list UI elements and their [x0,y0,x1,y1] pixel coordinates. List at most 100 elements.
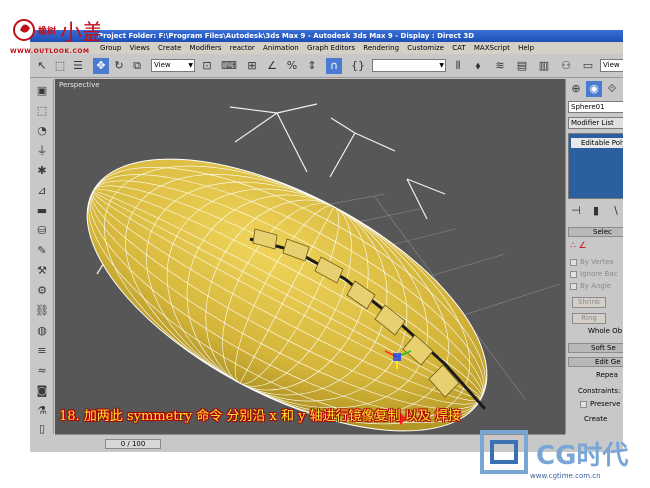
schematic-view-icon[interactable]: ▥ [536,58,552,74]
ignore-backfacing-checkbox[interactable] [570,271,577,278]
named-selection-set-dropdown[interactable]: ▼ [372,59,446,72]
star-icon[interactable]: ✱ [34,163,50,179]
shrink-button[interactable]: Shrink [572,297,606,308]
create-button[interactable]: Create [584,415,607,423]
flask-icon[interactable]: ⚗ [34,403,50,419]
subobject-vertex-icon[interactable]: ∴ ∠ [570,241,587,251]
selection-rollout[interactable]: Selec [568,227,623,237]
wrench-icon[interactable]: ⚒ [34,263,50,279]
camera-icon[interactable]: ◙ [34,383,50,399]
repeat-last-button[interactable]: Repea [596,371,618,379]
layer-manager-icon[interactable]: ≋ [492,58,508,74]
menu-item-graph-editors[interactable]: Graph Editors [307,44,355,52]
make-unique-icon[interactable]: \ [608,203,623,219]
selection-rollout-title: Selec [593,228,612,236]
modifier-stack: Editable Poly [568,133,623,199]
trash-icon[interactable]: ▯ [34,421,50,437]
stack-item-editable-poly[interactable]: Editable Poly [571,138,623,148]
tutorial-caption: 18. 加两此 symmetry 命令 分别沿 x 和 y 轴进行镜像复制 以及… [59,409,461,424]
menu-item-customize[interactable]: Customize [407,44,444,52]
edit-geometry-rollout[interactable]: Edit Ge [568,357,623,367]
curve-editor-icon[interactable]: ▤ [514,58,530,74]
hierarchy-tab-icon[interactable]: ⟐ [604,81,620,97]
modifier-list-dropdown[interactable]: Modifier List [568,117,623,129]
magnet-icon[interactable]: ∩ [326,58,342,74]
command-panel: ⊕ ◉ ⟐ Sphere01 Modifier List Editable Po… [565,79,623,434]
soft-selection-rollout-title: Soft Se [591,344,616,352]
object-name-field[interactable]: Sphere01 [568,101,623,113]
menu-item-group[interactable]: Group [100,44,121,52]
reference-coordinate-dropdown[interactable]: View ▼ [151,59,195,72]
stack-icon[interactable]: ▬ [34,203,50,219]
window-title: Project Folder: F:\Program Files\Autodes… [98,32,475,40]
menu-bar: Group Views Create Modifiers reactor Ani… [30,42,623,54]
cylinder-icon[interactable]: ⛁ [34,223,50,239]
angle-snap-icon[interactable]: ∠ [264,58,280,74]
snaps-toggle-icon[interactable]: ⊞ [244,58,260,74]
menu-item-create[interactable]: Create [158,44,181,52]
select-and-rotate-icon[interactable]: ↻ [111,58,127,74]
menu-item-reactor[interactable]: reactor [230,44,255,52]
brush-icon[interactable]: ✎ [34,243,50,259]
fill-icon[interactable]: ⊿ [34,183,50,199]
by-vertex-label: By Vertex [580,258,614,266]
layers-icon[interactable]: ≡ [34,343,50,359]
time-slider[interactable]: 0 / 100 [105,439,161,449]
lock-icon[interactable]: ▣ [34,83,50,99]
render-type-value: View [603,61,620,69]
constraints-label: Constraints: [578,387,621,395]
keyboard-shortcut-icon[interactable]: ⌨ [221,58,237,74]
modify-tab-icon[interactable]: ◉ [586,81,602,97]
material-editor-icon[interactable]: ⚇ [558,58,574,74]
window-title-bar: Project Folder: F:\Program Files\Autodes… [30,30,623,42]
select-object-icon[interactable]: ↖ [34,58,50,74]
gear-icon[interactable]: ⚙ [34,283,50,299]
by-angle-checkbox[interactable] [570,283,577,290]
select-and-move-icon[interactable]: ✥ [93,58,109,74]
edit-geometry-rollout-title: Edit Ge [595,358,621,366]
chain-icon[interactable]: ⛓ [34,303,50,319]
svg-text:小盖: 小盖 [60,21,100,46]
preserve-uvs-checkbox[interactable] [580,401,587,408]
select-and-scale-icon[interactable]: ⧉ [129,58,145,74]
reference-coordinate-value: View [154,61,171,69]
sphere-icon[interactable]: ◔ [34,123,50,139]
menu-item-help[interactable]: Help [518,44,534,52]
svg-text:CG时代: CG时代 [536,441,628,471]
wave-icon[interactable]: ≈ [34,363,50,379]
box-icon[interactable]: ⬚ [34,103,50,119]
spinner-snap-icon[interactable]: ⇕ [304,58,320,74]
pin-icon[interactable]: ⏚ [34,143,50,159]
select-by-name-icon[interactable]: ☰ [70,58,86,74]
perspective-viewport[interactable]: Perspective [55,79,565,434]
viewport-label[interactable]: Perspective [59,81,100,89]
pin-stack-icon[interactable]: ⊣ [568,203,584,219]
whole-object-label: Whole Ob [588,327,623,335]
menu-item-views[interactable]: Views [130,44,150,52]
align-icon[interactable]: ⬧ [470,58,486,74]
menu-item-modifiers[interactable]: Modifiers [190,44,222,52]
edit-named-selection-icon[interactable]: {} [350,58,366,74]
mirror-icon[interactable]: ⫴ [450,58,466,74]
ignore-backfacing-label: Ignore Bac [580,270,618,278]
main-toolbar: ↖ ⬚ ☰ ✥ ↻ ⧉ View ▼ ⊡ ⌨ ⊞ ∠ % ⇕ ∩ {} ▼ ⫴ … [30,54,623,78]
render-type-dropdown[interactable]: View [600,59,623,72]
preserve-uvs-label: Preserve U [590,400,623,408]
create-tab-icon[interactable]: ⊕ [568,81,584,97]
by-vertex-checkbox[interactable] [570,259,577,266]
menu-item-animation[interactable]: Animation [263,44,299,52]
ring-button[interactable]: Ring [572,313,606,324]
soft-selection-rollout[interactable]: Soft Se [568,343,623,353]
menu-item-maxscript[interactable]: MAXScript [474,44,510,52]
pivot-center-icon[interactable]: ⊡ [199,58,215,74]
chevron-down-icon: ▼ [188,62,193,69]
menu-item-rendering[interactable]: Rendering [363,44,399,52]
sphere-object[interactable] [55,103,528,434]
show-end-result-icon[interactable]: ▮ [588,203,604,219]
percent-snap-icon[interactable]: % [284,58,300,74]
menu-item-cat[interactable]: CAT [452,44,465,52]
globe-icon[interactable]: ◍ [34,323,50,339]
logo-url: WWW.OUTLOOK.COM [10,48,90,55]
render-scene-icon[interactable]: ▭ [580,58,596,74]
select-region-icon[interactable]: ⬚ [52,58,68,74]
